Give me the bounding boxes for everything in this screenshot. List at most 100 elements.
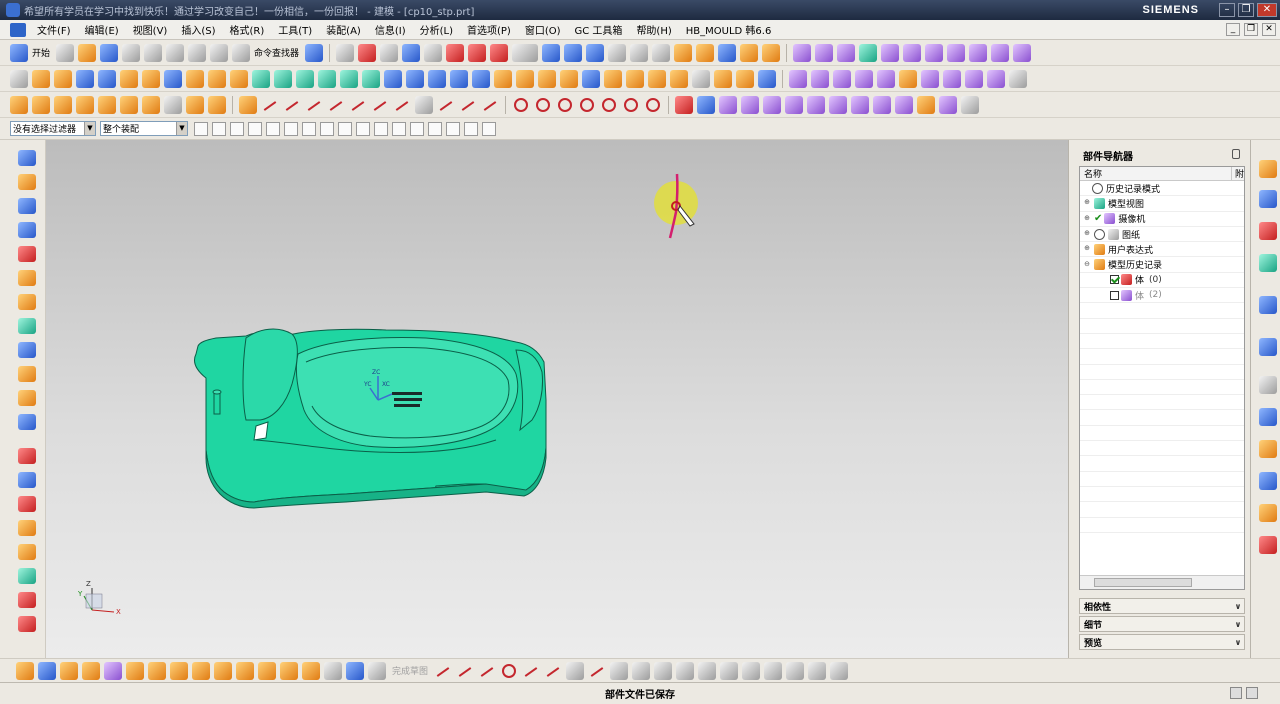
reuse-library-icon[interactable] — [1259, 254, 1277, 272]
start-button-label[interactable]: 开始 — [32, 46, 50, 59]
mold-tool-21-icon[interactable] — [987, 69, 1005, 88]
extend-sheet-icon[interactable] — [736, 69, 754, 88]
sketch-circle-icon[interactable] — [502, 663, 517, 678]
plugin-12-icon[interactable] — [917, 95, 935, 114]
wcs-icon[interactable] — [652, 43, 671, 62]
snap-on-curve-icon[interactable] — [446, 121, 460, 136]
cylinder-icon[interactable] — [468, 43, 487, 62]
snap-bounded-icon[interactable] — [464, 121, 478, 136]
snap-existing-icon[interactable] — [428, 121, 442, 136]
left-tool-10-icon[interactable] — [18, 366, 36, 382]
type-filter-select[interactable]: 没有选择过滤器 ▼ — [10, 121, 96, 136]
collapse-icon[interactable]: ⊖ — [1083, 260, 1091, 269]
pad-icon[interactable] — [142, 69, 160, 88]
left-tool-7-icon[interactable] — [18, 294, 36, 310]
mirror-curve-icon[interactable] — [742, 661, 761, 680]
sketch-tool-12-icon[interactable] — [258, 661, 276, 680]
profile-icon[interactable] — [434, 662, 452, 680]
ellipse-icon[interactable] — [602, 97, 616, 112]
bounded-plane-icon[interactable] — [582, 69, 600, 88]
revolve-icon[interactable] — [54, 69, 72, 88]
trim-body-icon[interactable] — [274, 69, 292, 88]
rotate-icon[interactable] — [542, 43, 561, 62]
visibility-checkbox[interactable] — [1110, 290, 1119, 300]
arc-center-icon[interactable] — [624, 97, 638, 112]
graphics-window[interactable]: ZC XC YC Z X Y — [46, 140, 1068, 658]
groove-icon[interactable] — [186, 69, 204, 88]
line-icon[interactable] — [261, 96, 279, 114]
plugin-13-icon[interactable] — [939, 95, 957, 114]
sew-icon[interactable] — [560, 69, 578, 88]
pan-icon[interactable] — [564, 43, 583, 62]
menu-preferences[interactable]: 首选项(P) — [460, 22, 518, 37]
offset-curve-icon[interactable] — [120, 95, 138, 114]
history-resource-icon[interactable] — [1259, 376, 1277, 394]
manufacturing-wizards-icon[interactable] — [1259, 472, 1277, 490]
mold-tool-19-icon[interactable] — [943, 69, 961, 88]
select-icon[interactable] — [336, 43, 355, 62]
lasso-icon[interactable] — [266, 121, 280, 136]
join-curve-icon[interactable] — [459, 96, 477, 114]
assembly-navigator-icon[interactable] — [1259, 160, 1277, 178]
left-tool-17-icon[interactable] — [18, 544, 36, 560]
selection-icon[interactable] — [239, 95, 257, 114]
expand-icon[interactable]: ⊕ — [1083, 214, 1091, 223]
new-icon[interactable] — [56, 43, 75, 62]
left-tool-3-icon[interactable] — [18, 198, 36, 214]
polygon-icon[interactable] — [646, 97, 660, 112]
palette-icon[interactable] — [1259, 338, 1277, 356]
mold-tool-3-icon[interactable] — [837, 43, 856, 62]
status-icon-2[interactable] — [1246, 687, 1258, 699]
sketch-tool-16-icon[interactable] — [346, 661, 364, 680]
menu-window[interactable]: 窗口(O) — [518, 22, 568, 37]
tree-node-history-mode[interactable]: 历史记录模式 — [1080, 181, 1244, 197]
make-corner-icon[interactable] — [698, 661, 717, 680]
grid-icon[interactable] — [415, 95, 433, 114]
show-constraints-icon[interactable] — [830, 661, 849, 680]
section-curve-icon[interactable] — [186, 95, 204, 114]
draft-icon[interactable] — [450, 69, 468, 88]
point-icon[interactable] — [674, 43, 693, 62]
intersection-curve-icon[interactable] — [164, 95, 182, 114]
n-sided-icon[interactable] — [692, 69, 710, 88]
measure-icon[interactable] — [696, 43, 715, 62]
sketch-tool-4-icon[interactable] — [82, 661, 100, 680]
divide-curve-icon[interactable] — [393, 96, 411, 114]
arc-icon[interactable] — [283, 96, 301, 114]
datum-csys-icon[interactable] — [54, 95, 72, 114]
trim-sheet-icon[interactable] — [714, 69, 732, 88]
plugin-4-icon[interactable] — [741, 95, 759, 114]
plugin-1-icon[interactable] — [675, 95, 693, 114]
command-finder-label[interactable]: 命令查找器 — [254, 46, 299, 59]
feature-select-icon[interactable] — [230, 121, 244, 136]
circle-three-point-icon[interactable] — [580, 97, 594, 112]
snap-view-icon[interactable] — [358, 43, 377, 62]
sketch-tool-15-icon[interactable] — [324, 661, 342, 680]
left-tool-11-icon[interactable] — [18, 390, 36, 406]
helix-icon[interactable] — [481, 96, 499, 114]
snap-end-icon[interactable] — [320, 121, 334, 136]
sketch-fillet-icon[interactable] — [522, 662, 540, 680]
part-navigator-icon[interactable] — [1259, 222, 1277, 240]
mold-tool-15-icon[interactable] — [855, 69, 873, 88]
sketch-point-icon[interactable] — [610, 661, 629, 680]
snap-point-icon[interactable] — [302, 121, 316, 136]
split-body-icon[interactable] — [296, 69, 314, 88]
tree-node-body-2[interactable]: 体 (2) — [1080, 288, 1244, 304]
plugin-11-icon[interactable] — [895, 95, 913, 114]
dependencies-section[interactable]: 相依性 ∨ — [1079, 598, 1245, 614]
finish-sketch-label[interactable]: 完成草图 — [392, 664, 428, 677]
left-tool-16-icon[interactable] — [18, 520, 36, 536]
pin-icon[interactable] — [1232, 149, 1240, 159]
snap-control-icon[interactable] — [356, 121, 370, 136]
sketch-chamfer-icon[interactable] — [544, 662, 562, 680]
mold-tool-17-icon[interactable] — [899, 69, 917, 88]
analysis-icon[interactable] — [718, 43, 737, 62]
menu-help[interactable]: 帮助(H) — [629, 22, 678, 37]
block-icon[interactable] — [446, 43, 465, 62]
fillet-curve-icon[interactable] — [327, 96, 345, 114]
finish-sketch-icon[interactable] — [368, 661, 386, 680]
doc-restore-button[interactable]: ❐ — [1244, 23, 1258, 36]
extrude-icon[interactable] — [32, 69, 50, 88]
sketch-tool-5-icon[interactable] — [104, 661, 122, 680]
